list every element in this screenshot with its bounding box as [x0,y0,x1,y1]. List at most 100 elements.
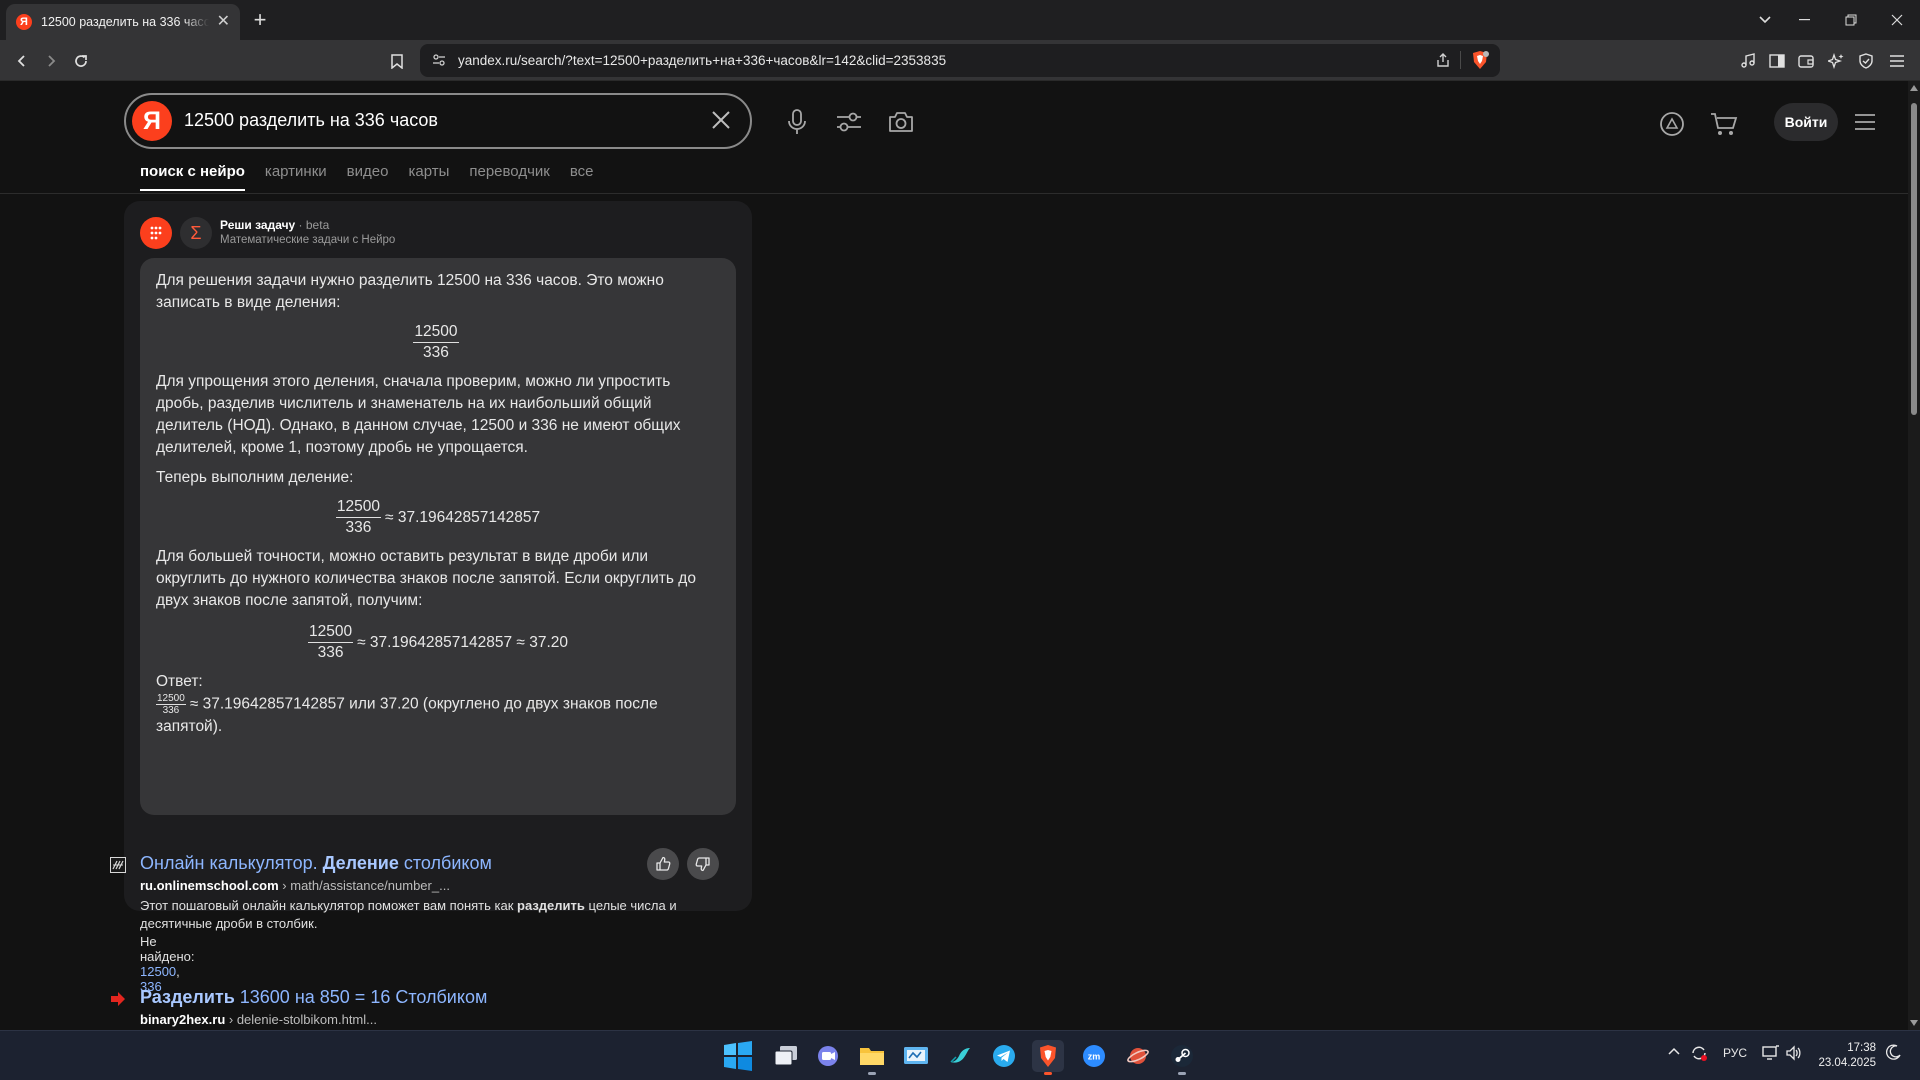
denominator: 336 [162,705,180,716]
telegram-icon[interactable] [988,1040,1020,1072]
result-url[interactable]: ru.onlinemschool.com › math/assistance/n… [140,878,450,893]
browser-menu-icon[interactable] [1884,48,1910,74]
volume-icon[interactable] [1786,1045,1802,1061]
share-icon[interactable] [1435,52,1451,68]
task-view-icon[interactable] [770,1040,802,1072]
rounded-formula: 12500 336 ≈ 37.19642857142857 ≈ 37.20 [156,622,720,663]
file-explorer-icon[interactable] [856,1040,888,1075]
snippet-highlight: разделить [517,898,585,913]
minimize-button[interactable] [1782,0,1828,40]
forward-button[interactable] [38,48,64,74]
scroll-up-arrow-icon[interactable] [1910,85,1918,91]
sigma-icon: Σ [180,217,212,249]
cart-icon[interactable] [1708,108,1740,140]
new-tab-button[interactable]: + [248,7,272,32]
site-settings-icon[interactable] [432,53,446,67]
neuro-logo-icon [140,217,172,249]
login-button[interactable]: Войти [1774,103,1838,141]
scroll-thumb[interactable] [1911,103,1917,415]
tab-neuro-search[interactable]: поиск с нейро [140,161,245,191]
system-clock[interactable]: 17:38 23.04.2025 [1818,1041,1876,1071]
brave-browser-icon[interactable] [1032,1040,1064,1075]
camera-search-icon[interactable] [885,106,917,138]
search-box[interactable]: Я 12500 разделить на 336 часов [124,93,752,149]
page-scrollbar[interactable] [1908,81,1920,1030]
svg-text:zm: zm [1088,1052,1101,1062]
like-button[interactable] [647,848,679,880]
beta-label: · beta [295,218,330,232]
running-indicator [1178,1072,1186,1075]
result-title-link[interactable]: Разделить 13600 на 850 = 16 Столбиком [140,987,487,1008]
browser-tabbar: Я 12500 разделить на 336 часов ✕ + [0,0,1920,40]
neuro-title-text: Реши задачу [220,218,296,232]
close-window-button[interactable] [1874,0,1920,40]
fraction: 12500 336 [307,622,354,663]
neuro-answer-card: Σ Реши задачу · beta Математические зада… [124,201,752,911]
tab-all[interactable]: все [570,161,594,191]
leo-ai-icon[interactable] [1823,48,1849,74]
search-tabs: поиск с нейро картинки видео карты перев… [140,161,614,191]
title-highlight: Деление [322,853,399,873]
rounded-result: ≈ 37.19642857142857 ≈ 37.20 [357,633,569,651]
notifications-moon-icon[interactable] [1886,1044,1902,1060]
browser-tab[interactable]: Я 12500 разделить на 336 часов ✕ [6,4,240,40]
address-bar[interactable]: yandex.ru/search/?text=12500+разделить+н… [420,44,1500,77]
search-input[interactable]: 12500 разделить на 336 часов [184,110,438,131]
vpn-shield-icon[interactable] [1853,48,1879,74]
language-indicator[interactable]: РУС [1723,1046,1747,1060]
tab-images[interactable]: картинки [265,161,327,191]
division-formula: 12500 336 ≈ 37.19642857142857 [156,497,720,538]
answer-final: 12500 336 ≈ 37.19642857142857 или 37.20 … [156,693,720,738]
yandex-favicon-icon: Я [16,14,32,30]
voice-search-icon[interactable] [781,106,813,138]
teams-chat-icon[interactable] [812,1040,844,1072]
binary2hex-favicon-icon [110,991,126,1007]
app-bird-icon[interactable] [944,1040,976,1072]
answer-label: Ответ: [156,673,203,690]
title-text: Онлайн калькулятор. [140,853,323,873]
tab-maps[interactable]: карты [408,161,449,191]
result-url[interactable]: binary2hex.ru › delenie-stolbikom.html..… [140,1012,377,1027]
yandex-logo[interactable]: Я [132,101,172,141]
start-button[interactable] [722,1040,754,1072]
tab-title: 12500 разделить на 336 часов [41,15,209,29]
wallet-icon[interactable] [1793,48,1819,74]
sync-icon[interactable] [1690,1044,1708,1062]
tab-close-icon[interactable]: ✕ [217,14,230,30]
numerator: 12500 [307,622,354,643]
sidebar-icon[interactable] [1764,48,1790,74]
bookmark-icon[interactable] [384,48,410,74]
fraction: 12500 336 [413,322,459,363]
app-planet-icon[interactable] [1122,1040,1154,1072]
search-filters-icon[interactable] [833,106,865,138]
brave-shields-icon[interactable] [1470,50,1490,70]
back-button[interactable] [9,48,35,74]
zoom-icon[interactable]: zm [1078,1040,1110,1072]
fraction: 12500 336 [335,497,382,538]
reload-button[interactable] [68,48,94,74]
tab-video[interactable]: видео [347,161,389,191]
tab-translator[interactable]: переводчик [469,161,549,191]
alice-icon[interactable] [1656,108,1688,140]
dislike-button[interactable] [687,848,719,880]
steam-icon[interactable] [1166,1040,1198,1075]
denominator: 336 [317,644,344,661]
tray-overflow-chevron-icon[interactable] [1668,1047,1680,1055]
media-icon[interactable] [1735,48,1761,74]
search-results-page: Я 12500 разделить на 336 часов Войти пои… [0,81,1920,1030]
url-text[interactable]: yandex.ru/search/?text=12500+разделить+н… [458,53,946,68]
clear-search-icon[interactable] [710,109,732,131]
control-panel-icon[interactable] [900,1040,932,1072]
not-found-term[interactable]: 12500 [140,964,176,979]
restore-button[interactable] [1828,0,1874,40]
network-icon[interactable] [1762,1045,1780,1061]
menu-icon[interactable] [1849,106,1881,138]
answer-paragraph: Для упрощения этого деления, сначала про… [156,373,681,456]
tabs-divider [0,193,1908,194]
answer-paragraph: Для большей точности, можно оставить рез… [156,548,696,609]
title-text: 13600 на 850 = 16 Столбиком [234,987,488,1007]
browser-toolbar: yandex.ru/search/?text=12500+разделить+н… [0,40,1920,81]
scroll-down-arrow-icon[interactable] [1910,1020,1918,1026]
result-snippet: Этот пошаговый онлайн калькулятор поможе… [140,897,740,933]
result-title-link[interactable]: Онлайн калькулятор. Деление столбиком [140,853,492,874]
